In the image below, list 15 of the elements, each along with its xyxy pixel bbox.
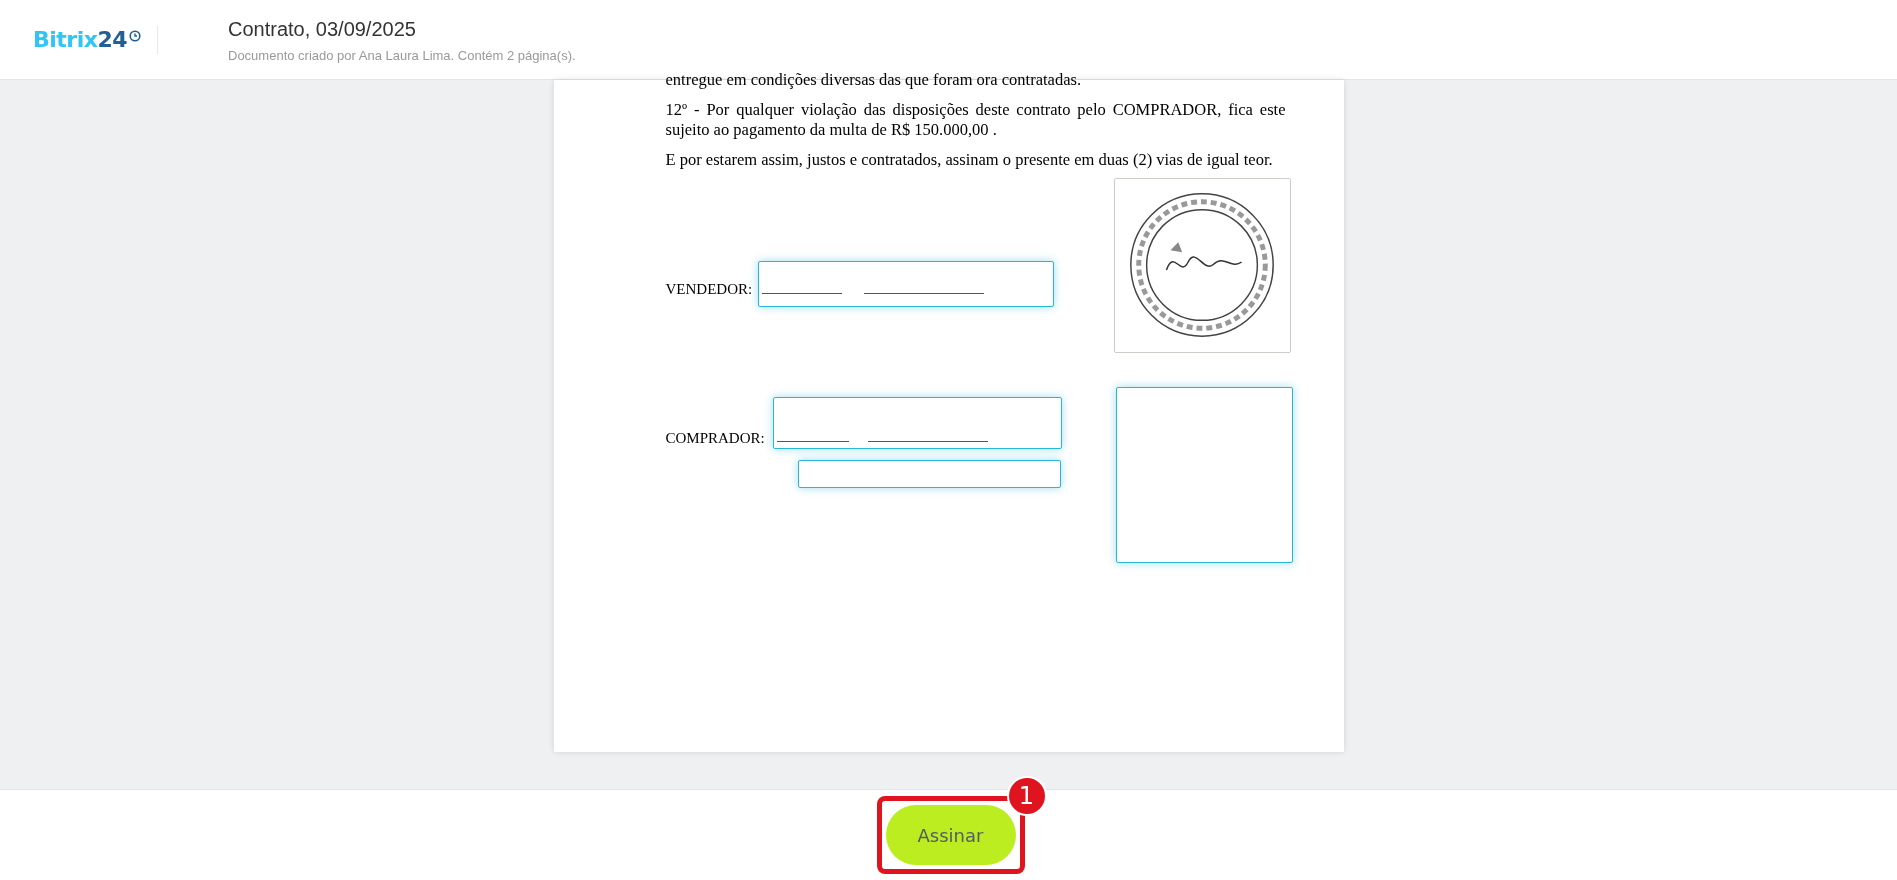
signature-field[interactable] xyxy=(772,397,1062,449)
step-badge: 1 xyxy=(1006,776,1047,816)
sign-button[interactable]: Assinar xyxy=(885,805,1016,865)
signature-field[interactable] xyxy=(797,460,1061,488)
clock-icon xyxy=(129,29,142,42)
signature-label: COMPRADOR: xyxy=(665,430,765,446)
signature-field[interactable] xyxy=(1115,387,1293,563)
contract-paragraph: 12º - Por qualquer violação das disposições deste contrato pelo COMPRADOR, fica este sujeito ao pagamento da multa de R$ 150.000,00 . xyxy=(665,100,1286,140)
signature-label: VENDEDOR: xyxy=(665,280,753,299)
logo-text: Bitrix24 xyxy=(33,26,128,54)
contract-paragraph: entregue em condições diversas das que foram ora contratadas. xyxy=(665,70,1083,90)
document-title: Contrato, 03/09/2025 xyxy=(228,16,417,42)
document-info: Documento criado por Ana Laura Lima. Contém 2 página(s). xyxy=(228,46,576,65)
signature-field[interactable] xyxy=(757,261,1054,307)
contract-paragraph: E por estarem assim, justos e contratados, assinam o presente em duas (2) vias de igual teor. xyxy=(665,150,1274,170)
